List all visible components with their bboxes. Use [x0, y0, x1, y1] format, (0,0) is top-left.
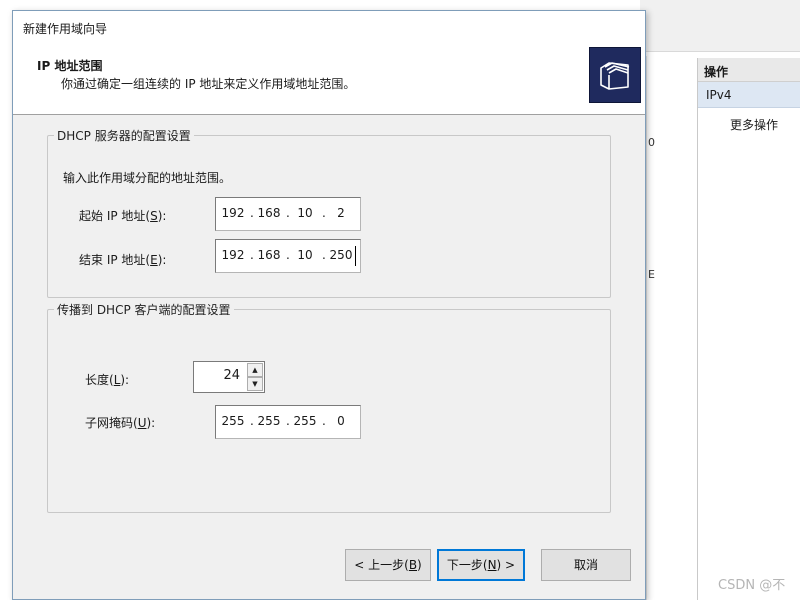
end-ip-input[interactable]: 192 . 168 . 10 . 250: [215, 239, 361, 273]
new-scope-wizard-dialog: 新建作用域向导 IP 地址范围 你通过确定一组连续的 IP 地址来定义作用域地址…: [12, 10, 646, 600]
subnet-mask-label: 子网掩码(U):: [85, 416, 156, 430]
ip-octet: 168: [257, 248, 281, 262]
ip-octet: 10: [297, 206, 313, 220]
prefix-length-value: 24: [223, 368, 240, 383]
more-actions-link[interactable]: 更多操作: [698, 108, 800, 133]
length-label: 长度(L):: [85, 373, 130, 387]
ip-octet: 10: [297, 248, 313, 262]
ip-octet: 0: [337, 414, 345, 428]
wizard-header: IP 地址范围 你通过确定一组连续的 IP 地址来定义作用域地址范围。: [13, 43, 645, 115]
end-ip-label: 结束 IP 地址(E):: [79, 253, 167, 267]
back-button[interactable]: < 上一步(B): [345, 549, 431, 581]
client-config-legend: 传播到 DHCP 客户端的配置设置: [57, 303, 231, 317]
mmc-toolbar-area: [640, 0, 800, 52]
page-subtitle: 你通过确定一组连续的 IP 地址来定义作用域地址范围。: [61, 77, 356, 91]
next-button[interactable]: 下一步(N) >: [437, 549, 525, 581]
page-title: IP 地址范围: [37, 59, 103, 73]
actions-pane: 操作 IPv4 更多操作: [697, 58, 800, 600]
range-instruction: 输入此作用域分配的地址范围。: [63, 171, 232, 185]
actions-pane-header: 操作: [698, 58, 800, 82]
dialog-title: 新建作用域向导: [13, 11, 645, 43]
spin-down-icon[interactable]: ▼: [247, 377, 263, 391]
ip-octet: 168: [257, 206, 281, 220]
actions-section-ipv4[interactable]: IPv4: [698, 82, 800, 108]
prefix-length-spinner[interactable]: 24 ▲ ▼: [193, 361, 265, 393]
ip-octet: 255: [293, 414, 317, 428]
start-ip-input[interactable]: 192 . 168 . 10 . 2: [215, 197, 361, 231]
spin-up-icon[interactable]: ▲: [247, 363, 263, 377]
ip-octet: 2: [337, 206, 345, 220]
center-pane-text-fragment: 0: [648, 136, 655, 149]
server-config-legend: DHCP 服务器的配置设置: [57, 129, 191, 143]
subnet-mask-input[interactable]: 255 . 255 . 255 . 0: [215, 405, 361, 439]
text-caret: [355, 246, 356, 266]
folders-wizard-icon: [589, 47, 641, 103]
ip-octet: 192: [221, 206, 245, 220]
start-ip-label: 起始 IP 地址(S):: [79, 209, 167, 223]
ip-octet: 192: [221, 248, 245, 262]
watermark: CSDN @不: [718, 578, 786, 593]
cancel-button[interactable]: 取消: [541, 549, 631, 581]
ip-octet: 255: [257, 414, 281, 428]
center-pane-text-fragment: E: [648, 268, 655, 281]
ip-octet: 250: [329, 248, 353, 262]
ip-octet: 255: [221, 414, 245, 428]
